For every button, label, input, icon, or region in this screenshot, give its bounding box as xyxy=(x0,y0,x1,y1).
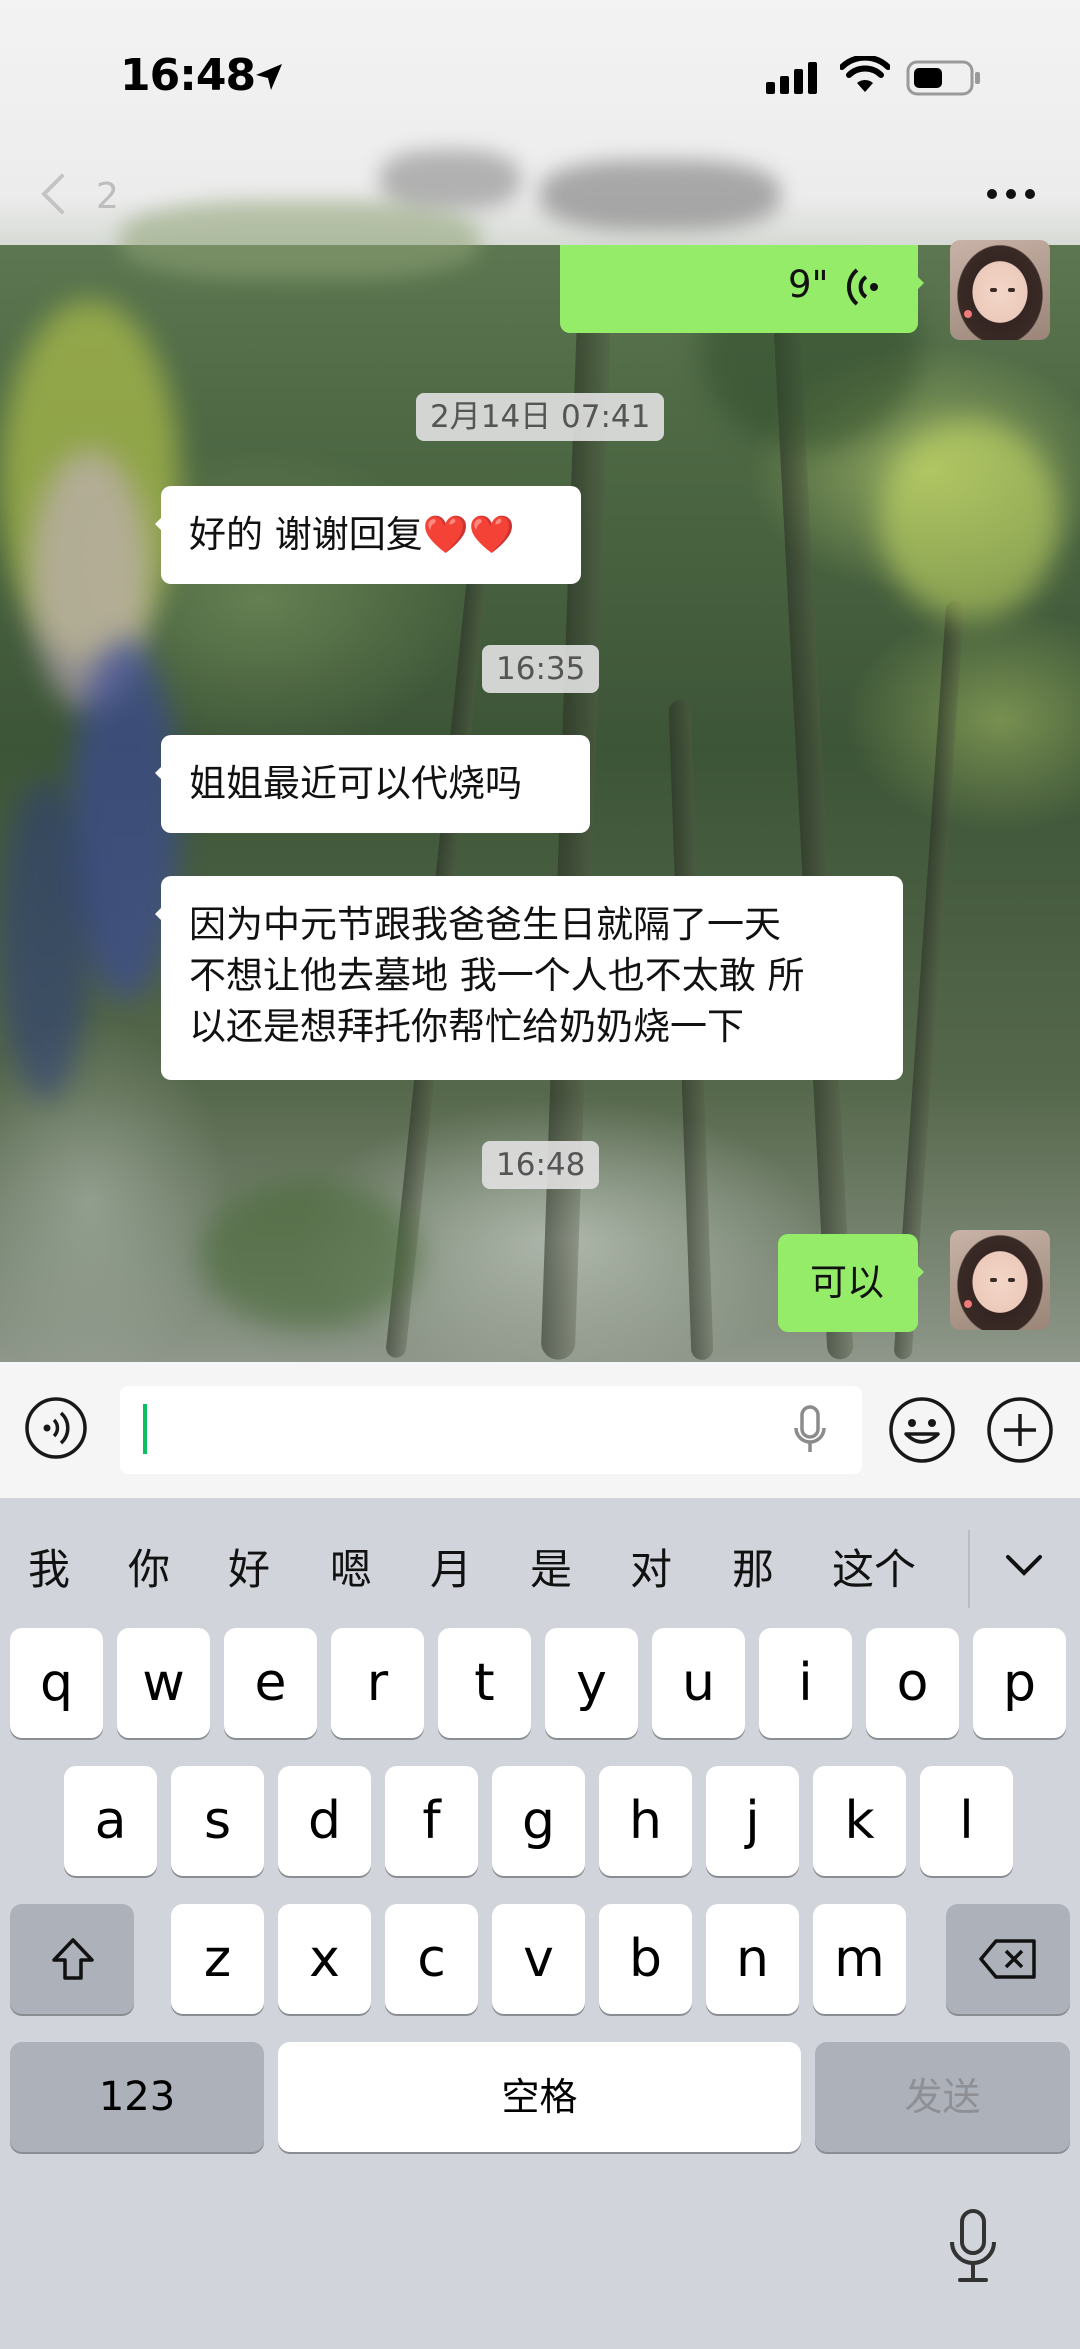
shift-arrow-icon xyxy=(52,1938,94,1980)
location-arrow-icon xyxy=(256,64,282,90)
candidate-word[interactable]: 你 xyxy=(128,1536,170,1597)
cellular-signal-icon xyxy=(766,62,817,94)
emoji-icon[interactable] xyxy=(888,1396,956,1464)
key[interactable]: f xyxy=(385,1766,478,1876)
message-input[interactable] xyxy=(120,1386,862,1474)
timestamp: 16:35 xyxy=(482,645,600,693)
my-avatar[interactable] xyxy=(950,1230,1050,1330)
outgoing-message[interactable]: 可以 xyxy=(778,1234,924,1332)
candidate-divider xyxy=(968,1530,970,1608)
incoming-message[interactable]: 姐姐最近可以代烧吗 xyxy=(155,735,590,833)
key[interactable]: d xyxy=(278,1766,371,1876)
key[interactable]: b xyxy=(599,1904,692,2014)
incoming-message[interactable]: 因为中元节跟我爸爸生日就隔了一天 不想让他去墓地 我一个人也不太敢 所 以还是想… xyxy=(155,876,903,1080)
key[interactable]: n xyxy=(706,1904,799,2014)
key[interactable]: g xyxy=(492,1766,585,1876)
key[interactable]: m xyxy=(813,1904,906,2014)
key[interactable]: e xyxy=(224,1628,317,1738)
candidate-word[interactable]: 那 xyxy=(732,1536,774,1597)
key[interactable]: r xyxy=(331,1628,424,1738)
key[interactable]: u xyxy=(652,1628,745,1738)
key[interactable]: q xyxy=(10,1628,103,1738)
key[interactable]: w xyxy=(117,1628,210,1738)
key[interactable]: y xyxy=(545,1628,638,1738)
key[interactable]: p xyxy=(973,1628,1066,1738)
voice-message-bubble[interactable]: 9" xyxy=(560,245,924,333)
voice-input-toggle-icon[interactable] xyxy=(24,1396,88,1460)
candidate-word[interactable]: 我 xyxy=(28,1536,70,1597)
key[interactable]: a xyxy=(64,1766,157,1876)
timestamp: 16:48 xyxy=(482,1141,600,1189)
my-avatar[interactable] xyxy=(950,240,1050,340)
chevron-down-icon[interactable] xyxy=(1004,1552,1044,1578)
message-text-line: 不想让他去墓地 我一个人也不太敢 所 xyxy=(189,954,805,997)
numbers-key[interactable]: 123 xyxy=(10,2042,264,2152)
key[interactable]: c xyxy=(385,1904,478,2014)
text-cursor xyxy=(143,1404,147,1454)
key[interactable]: o xyxy=(866,1628,959,1738)
message-text: 好的 谢谢回复❤️❤️ xyxy=(189,513,515,556)
key[interactable]: j xyxy=(706,1766,799,1876)
candidate-word[interactable]: 这个 xyxy=(832,1536,916,1597)
key[interactable]: x xyxy=(278,1904,371,2014)
candidate-word[interactable]: 对 xyxy=(630,1536,672,1597)
key[interactable]: l xyxy=(920,1766,1013,1876)
message-text-line: 因为中元节跟我爸爸生日就隔了一天 xyxy=(189,903,781,946)
voice-wave-icon xyxy=(846,268,878,306)
more-icon[interactable] xyxy=(986,188,1036,200)
add-attachment-icon[interactable] xyxy=(986,1396,1054,1464)
key[interactable]: i xyxy=(759,1628,852,1738)
candidate-word[interactable]: 好 xyxy=(228,1536,270,1597)
send-key[interactable]: 发送 xyxy=(815,2042,1070,2152)
dictation-microphone-icon[interactable] xyxy=(948,2208,998,2284)
battery-icon xyxy=(906,60,980,96)
key[interactable]: k xyxy=(813,1766,906,1876)
message-text-line: 以还是想拜托你帮忙给奶奶烧一下 xyxy=(189,1005,744,1048)
backspace-icon xyxy=(979,1939,1036,1979)
candidate-word[interactable]: 月 xyxy=(430,1536,472,1597)
message-text: 可以 xyxy=(810,1261,884,1304)
back-chevron-icon[interactable] xyxy=(38,172,68,216)
status-time: 16:48 xyxy=(120,50,256,101)
key[interactable]: z xyxy=(171,1904,264,2014)
shift-key[interactable] xyxy=(10,1904,134,2014)
key[interactable]: h xyxy=(599,1766,692,1876)
space-key[interactable]: 空格 xyxy=(278,2042,801,2152)
voice-duration: 9" xyxy=(788,263,829,306)
unread-count-label[interactable]: 2 xyxy=(96,176,119,217)
key[interactable]: v xyxy=(492,1904,585,2014)
message-text: 姐姐最近可以代烧吗 xyxy=(189,762,522,805)
candidate-word[interactable]: 嗯 xyxy=(330,1536,372,1597)
microphone-icon[interactable] xyxy=(792,1404,828,1458)
key[interactable]: s xyxy=(171,1766,264,1876)
incoming-message[interactable]: 好的 谢谢回复❤️❤️ xyxy=(155,486,581,584)
timestamp: 2月14日 07:41 xyxy=(416,393,665,441)
delete-key[interactable] xyxy=(946,1904,1070,2014)
candidate-word[interactable]: 是 xyxy=(530,1536,572,1597)
key[interactable]: t xyxy=(438,1628,531,1738)
wifi-icon xyxy=(840,56,890,92)
